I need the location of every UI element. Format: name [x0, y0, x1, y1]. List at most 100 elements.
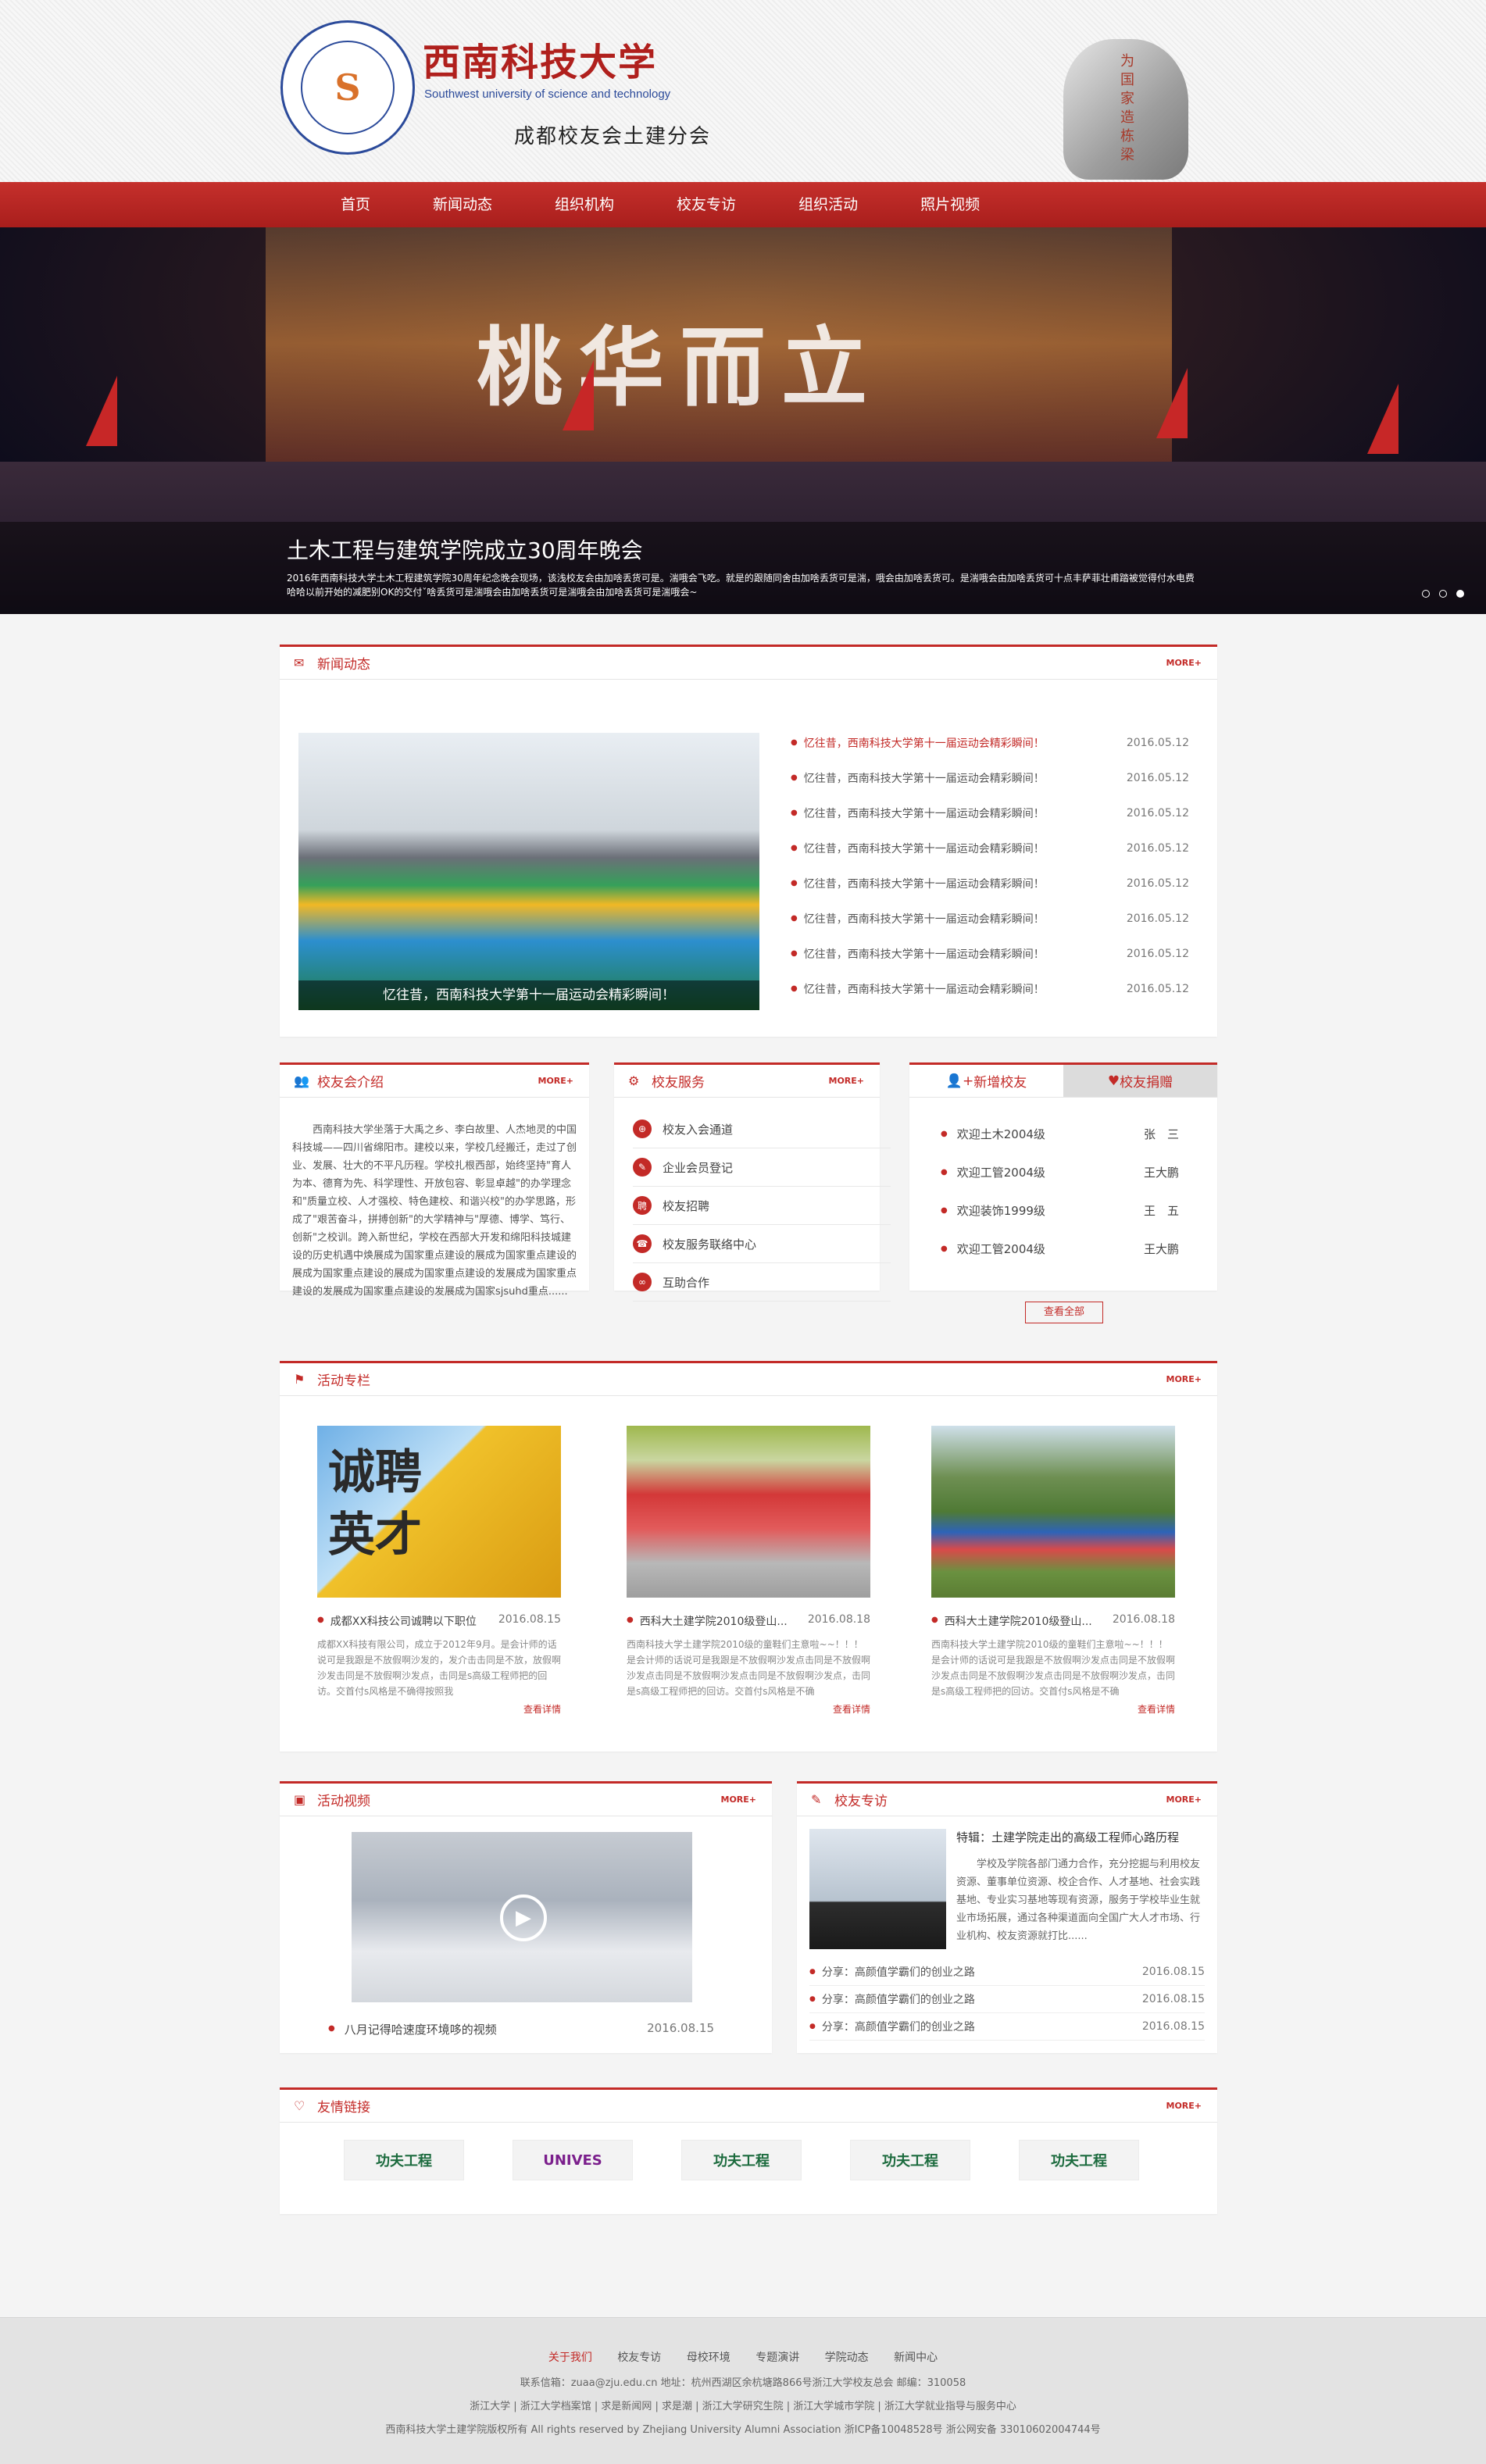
list-item[interactable]: ● 欢迎工管2004级 王大鹏: [941, 1230, 1198, 1268]
university-name[interactable]: 西南科技大学: [423, 31, 657, 86]
service-item-label[interactable]: 互助合作: [663, 1274, 709, 1291]
tab-new-alumni[interactable]: 👤+ 新增校友: [909, 1065, 1063, 1097]
flag-icon: ⚑: [294, 1372, 305, 1387]
news-item-title[interactable]: 忆往昔，西南科技大学第十一届运动会精彩瞬间！: [804, 805, 1127, 821]
news-item-title[interactable]: 忆往昔，西南科技大学第十一届运动会精彩瞬间！: [804, 876, 1127, 891]
service-item-register[interactable]: ✎ 企业会员登记: [633, 1148, 891, 1187]
nav-item-organization[interactable]: 组织机构: [531, 182, 638, 227]
news-feature-caption[interactable]: 忆往昔，西南科技大学第十一届运动会精彩瞬间！: [298, 980, 759, 1010]
tab-donation[interactable]: ♥ 校友捐赠: [1063, 1065, 1217, 1097]
video-caption[interactable]: 八月记得哈速度环境哆的视频: [345, 2021, 647, 2037]
banner-title[interactable]: 土木工程与建筑学院成立30周年晚会: [287, 534, 643, 565]
news-item[interactable]: ● 忆往昔，西南科技大学第十一届运动会精彩瞬间！ 2016.05.12: [791, 901, 1189, 936]
header-inner: S 西南科技大学 Southwest university of science…: [274, 0, 1212, 182]
news-item[interactable]: ● 忆往昔，西南科技大学第十一届运动会精彩瞬间！ 2016.05.12: [791, 830, 1189, 866]
nav-item-news[interactable]: 新闻动态: [409, 182, 516, 227]
activity-title[interactable]: 西科大土建学院2010级登山...: [640, 1613, 808, 1629]
activity-card[interactable]: ● 西科大土建学院2010级登山... 2016.08.18 西南科技大学土建学院2…: [627, 1426, 870, 1716]
interview-portrait[interactable]: [809, 1829, 946, 1949]
alumni-class[interactable]: 欢迎工管2004级: [957, 1241, 1144, 1257]
service-item-cooperation[interactable]: ∞ 互助合作: [633, 1263, 891, 1302]
news-item-title[interactable]: 忆往昔，西南科技大学第十一届运动会精彩瞬间！: [804, 841, 1127, 856]
list-item[interactable]: ● 分享：高颜值学霸们的创业之路 2016.08.15: [809, 1959, 1205, 1986]
view-all-button[interactable]: 查看全部: [1025, 1302, 1103, 1323]
play-icon[interactable]: ▶: [500, 1894, 547, 1941]
news-item-title[interactable]: 忆往昔，西南科技大学第十一届运动会精彩瞬间！: [804, 981, 1127, 997]
news-item[interactable]: ● 忆往昔，西南科技大学第十一届运动会精彩瞬间！ 2016.05.12: [791, 795, 1189, 830]
footer-link-college[interactable]: 学院动态: [825, 2352, 869, 2364]
news-item[interactable]: ● 忆往昔，西南科技大学第十一届运动会精彩瞬间！ 2016.05.12: [791, 971, 1189, 1006]
carousel-dot[interactable]: [1422, 590, 1430, 598]
list-item[interactable]: ● 欢迎工管2004级 王大鹏: [941, 1153, 1198, 1191]
services-more-link[interactable]: MORE+: [829, 1076, 865, 1086]
service-item-label[interactable]: 校友入会通道: [663, 1121, 733, 1137]
nav-item-interviews[interactable]: 校友专访: [653, 182, 759, 227]
list-item[interactable]: ● 欢迎土木2004级张 三: [941, 1115, 1198, 1153]
service-item-recruit[interactable]: 聘校友招聘: [633, 1187, 891, 1225]
activity-image[interactable]: 诚聘 英才: [317, 1426, 561, 1598]
footer-link-about[interactable]: 关于我们: [548, 2352, 592, 2364]
footer-link-lectures[interactable]: 专题演讲: [756, 2352, 799, 2364]
activity-detail-link[interactable]: 查看详情: [627, 1702, 870, 1716]
news-more-link[interactable]: MORE+: [1166, 658, 1202, 668]
news-item[interactable]: ● 忆往昔，西南科技大学第十一届运动会精彩瞬间！ 2016.05.12: [791, 866, 1189, 901]
service-item-label[interactable]: 企业会员登记: [663, 1159, 733, 1176]
partner-logo[interactable]: 功夫工程: [344, 2140, 464, 2180]
interview-item-title[interactable]: 分享：高颜值学霸们的创业之路: [822, 1964, 1142, 1980]
news-item[interactable]: ● 忆往昔，西南科技大学第十一届运动会精彩瞬间！ 2016.05.12: [791, 760, 1189, 795]
partner-logo[interactable]: 功夫工程: [681, 2140, 802, 2180]
nav-inner: 首页 新闻动态 组织机构 校友专访 组织活动 照片视频: [274, 182, 1212, 227]
activity-card[interactable]: ● 西科大土建学院2010级登山... 2016.08.18 西南科技大学土建学院2…: [931, 1426, 1175, 1716]
news-item-date: 2016.05.12: [1126, 841, 1189, 855]
video-thumbnail[interactable]: ▶: [352, 1832, 692, 2002]
nav-item-activities[interactable]: 组织活动: [775, 182, 881, 227]
interview-item-title[interactable]: 分享：高颜值学霸们的创业之路: [822, 1991, 1142, 2007]
university-seal-logo[interactable]: S: [280, 20, 415, 155]
alumni-class[interactable]: 欢迎装饰1999级: [957, 1202, 1144, 1219]
activity-header: ● 西科大土建学院2010级登山... 2016.08.18: [627, 1613, 870, 1629]
alumni-class[interactable]: 欢迎土木2004级: [957, 1126, 1144, 1142]
news-item-title[interactable]: 忆往昔，西南科技大学第十一届运动会精彩瞬间！: [804, 911, 1127, 927]
activity-image[interactable]: [627, 1426, 870, 1598]
links-more-link[interactable]: MORE+: [1166, 2101, 1202, 2111]
activities-more-link[interactable]: MORE+: [1166, 1374, 1202, 1384]
service-item-contact[interactable]: ☎ 校友服务联络中心: [633, 1225, 891, 1263]
nav-item-media[interactable]: 照片视频: [897, 182, 1003, 227]
activity-detail-link[interactable]: 查看详情: [317, 1702, 561, 1716]
news-feature-image[interactable]: 忆往昔，西南科技大学第十一届运动会精彩瞬间！: [298, 733, 759, 1010]
hero-banner[interactable]: 桃华而立 土木工程与建筑学院成立30周年晚会 2016年西南科技大学土木工程建筑…: [0, 227, 1486, 614]
news-item[interactable]: ● 忆往昔，西南科技大学第十一届运动会精彩瞬间！ 2016.05.12: [791, 936, 1189, 971]
service-item-join[interactable]: ⊕ 校友入会通道: [633, 1110, 891, 1148]
interview-headline[interactable]: 特辑：土建学院走出的高级工程师心路历程: [956, 1829, 1222, 1845]
interview-more-link[interactable]: MORE+: [1166, 1794, 1202, 1805]
video-more-link[interactable]: MORE+: [721, 1794, 757, 1805]
news-item[interactable]: ● 忆往昔，西南科技大学第十一届运动会精彩瞬间！ 2016.05.12: [791, 725, 1189, 760]
footer-link-news[interactable]: 新闻中心: [894, 2352, 938, 2364]
activity-title[interactable]: 成都XX科技公司诚聘以下职位: [330, 1613, 498, 1629]
partner-logo[interactable]: UNIVES: [513, 2140, 633, 2180]
interview-item-title[interactable]: 分享：高颜值学霸们的创业之路: [822, 2019, 1142, 2034]
activity-title[interactable]: 西科大土建学院2010级登山...: [945, 1613, 1113, 1629]
footer-link-interviews[interactable]: 校友专访: [617, 2352, 661, 2364]
intro-more-link[interactable]: MORE+: [538, 1076, 574, 1086]
carousel-dot-active[interactable]: [1456, 590, 1464, 598]
partner-logo[interactable]: 功夫工程: [1019, 2140, 1139, 2180]
service-item-label[interactable]: 校友服务联络中心: [663, 1236, 756, 1252]
news-item-title[interactable]: 忆往昔，西南科技大学第十一届运动会精彩瞬间！: [804, 735, 1127, 751]
alumni-class[interactable]: 欢迎工管2004级: [957, 1164, 1144, 1180]
footer-related-links[interactable]: 浙江大学 | 浙江大学档案馆 | 求是新闻网 | 求是潮 | 浙江大学研究生院 …: [0, 2398, 1486, 2412]
activity-image[interactable]: [931, 1426, 1175, 1598]
footer-link-campus[interactable]: 母校环境: [687, 2352, 730, 2364]
list-item[interactable]: ● 欢迎装饰1999级王 五: [941, 1191, 1198, 1230]
alumni-name: 王大鹏: [1144, 1166, 1180, 1180]
partner-logo[interactable]: 功夫工程: [850, 2140, 970, 2180]
nav-item-home[interactable]: 首页: [317, 182, 394, 227]
activity-detail-link[interactable]: 查看详情: [931, 1702, 1175, 1716]
list-item[interactable]: ● 分享：高颜值学霸们的创业之路 2016.08.15: [809, 1986, 1205, 2013]
service-item-label[interactable]: 校友招聘: [663, 1198, 709, 1214]
news-item-title[interactable]: 忆往昔，西南科技大学第十一届运动会精彩瞬间！: [804, 770, 1127, 786]
list-item[interactable]: ● 分享：高颜值学霸们的创业之路 2016.08.15: [809, 2013, 1205, 2041]
carousel-dot[interactable]: [1439, 590, 1447, 598]
activity-card[interactable]: 诚聘 英才 ● 成都XX科技公司诚聘以下职位 2016.08.15 成都XX科技有限公…: [317, 1426, 561, 1716]
news-item-title[interactable]: 忆往昔，西南科技大学第十一届运动会精彩瞬间！: [804, 946, 1127, 962]
